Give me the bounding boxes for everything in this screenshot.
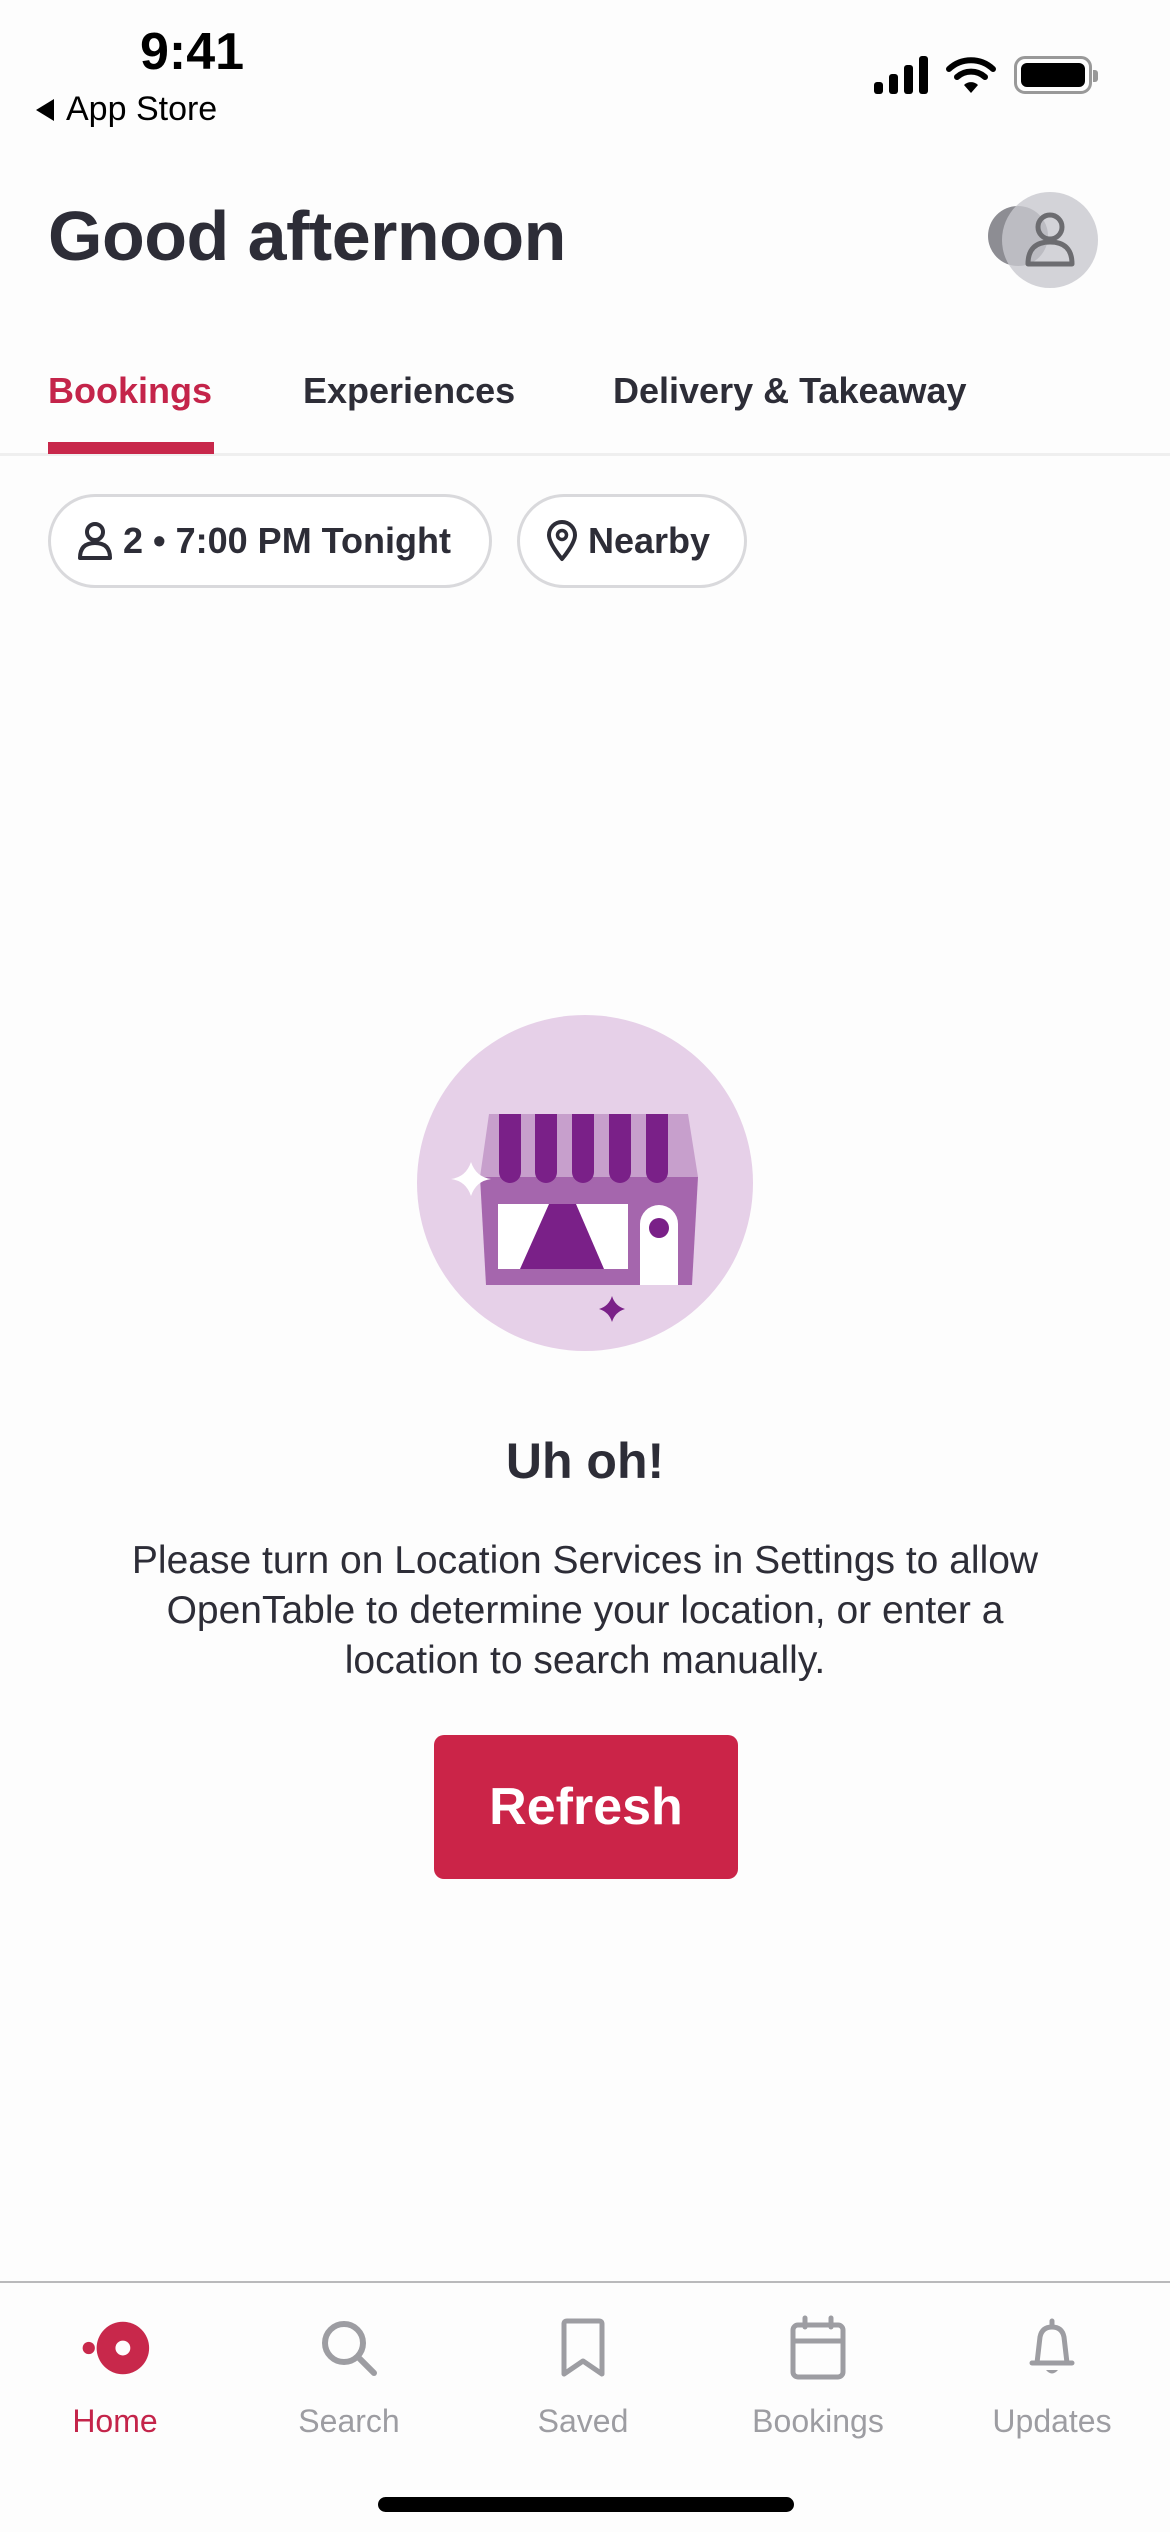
tabbar-label-search: Search [298, 2403, 400, 2439]
search-icon [314, 2313, 384, 2383]
empty-state-message: Please turn on Location Services in Sett… [131, 1539, 1039, 1682]
opentable-logo-icon [80, 2313, 150, 2383]
empty-state-title: Uh oh! [505, 1433, 665, 1489]
bookmark-icon [548, 2313, 618, 2383]
status-icons [874, 56, 1098, 94]
tab-experiences[interactable]: Experiences [303, 370, 515, 412]
back-to-app-store[interactable]: App Store [36, 90, 217, 129]
home-screen: 9:41 App Store Good afternoon Bookings E… [0, 0, 1170, 2532]
greeting-title: Good afternoon [48, 197, 566, 275]
tabbar-item-saved[interactable]: Saved [483, 2313, 683, 2440]
tabbar-label-updates: Updates [992, 2403, 1112, 2439]
tabbar-item-home[interactable]: Home [15, 2313, 215, 2440]
tab-delivery-takeaway[interactable]: Delivery & Takeaway [613, 370, 967, 412]
tabbar-label-bookings: Bookings [752, 2403, 884, 2439]
wifi-icon [946, 57, 996, 93]
tabbar-item-updates[interactable]: Updates [952, 2313, 1152, 2440]
back-app-label: App Store [66, 90, 218, 128]
storefront-illustration [417, 1015, 753, 1351]
avatar [1002, 192, 1098, 288]
tab-bookings[interactable]: Bookings [48, 370, 212, 412]
calendar-icon [783, 2313, 853, 2383]
location-label: Nearby [588, 520, 711, 561]
bell-icon [1017, 2313, 1087, 2383]
tabbar-item-bookings[interactable]: Bookings [718, 2313, 918, 2440]
category-tabs: Bookings Experiences Delivery & Takeaway [0, 360, 1170, 456]
door-knob [649, 1218, 669, 1238]
refresh-button[interactable]: Refresh [434, 1735, 738, 1879]
home-indicator[interactable] [378, 2497, 794, 2512]
back-arrow-icon [36, 98, 54, 121]
active-tab-indicator [48, 442, 214, 454]
person-icon [78, 522, 112, 560]
tabbar-item-search[interactable]: Search [249, 2313, 449, 2440]
location-filter-chip[interactable]: Nearby [517, 494, 747, 588]
party-time-filter-chip[interactable]: 2 • 7:00 PM Tonight [48, 494, 492, 588]
tabbar-label-saved: Saved [537, 2403, 629, 2439]
status-time: 9:41 [140, 23, 245, 81]
bottom-tab-bar: Home Search Saved Bookings Updates [0, 2281, 1170, 2532]
person-icon [1025, 212, 1075, 267]
shop-door [640, 1205, 678, 1285]
battery-icon [1014, 56, 1098, 94]
cellular-signal-icon [874, 56, 928, 94]
profile-button[interactable] [988, 190, 1100, 290]
party-time-label: 2 • 7:00 PM Tonight [123, 520, 451, 561]
location-pin-icon [547, 520, 577, 561]
tabbar-label-home: Home [72, 2403, 158, 2439]
